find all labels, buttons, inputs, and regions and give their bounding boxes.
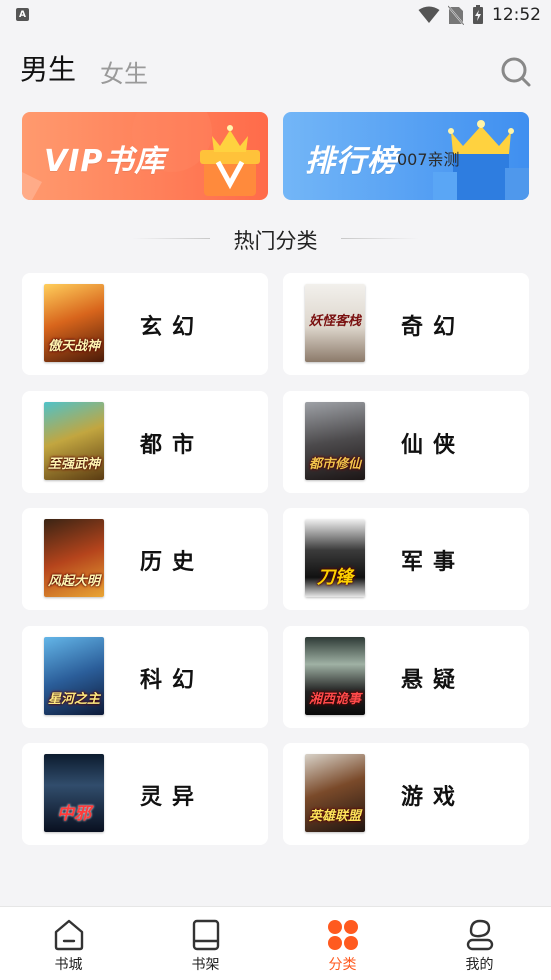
category-card-xuanyi[interactable]: 湘西诡事 悬疑 [283,626,529,728]
no-sim-icon [448,5,464,25]
nav-label: 书架 [191,957,220,973]
book-cover: 风起大明 [44,519,104,597]
status-bar: A 12:52 [0,0,551,32]
book-cover: 湘西诡事 [305,637,365,715]
cover-title: 风起大明 [47,574,100,589]
profile-icon [466,919,494,951]
cover-title: 星河之主 [47,692,100,707]
bottom-nav: 书城 书架 分类 我的 [0,906,551,980]
home-icon [54,919,84,951]
book-cover: 刀锋 [305,519,365,597]
ranking-banner[interactable]: 排行榜 007亲测 [283,112,529,200]
tab-male[interactable]: 男生 [20,48,76,88]
bookshelf-icon [192,919,220,951]
vip-banner-title: VIP书库 [44,144,166,179]
tab-female[interactable]: 女生 [100,54,148,89]
app-notification-icon: A [16,8,29,21]
wifi-icon [418,6,440,23]
book-cover: 傲天战神 [44,284,104,362]
category-card-dushi[interactable]: 至强武神 都市 [22,391,268,493]
cover-title: 都市修仙 [308,457,361,472]
category-name: 都市 [140,433,205,458]
book-cover: 中邪 [44,754,104,832]
category-name: 军事 [401,550,466,575]
category-name: 玄幻 [140,315,205,340]
cover-title: 中邪 [57,804,91,824]
header: 男生 女生 [0,44,551,96]
status-time: 12:52 [492,5,541,25]
nav-label: 我的 [465,957,494,973]
nav-label: 分类 [328,957,357,973]
section-title: 热门分类 [233,229,318,253]
category-card-kehuan[interactable]: 星河之主 科幻 [22,626,268,728]
category-name: 灵异 [140,785,205,810]
category-name: 科幻 [140,668,205,693]
category-card-junshi[interactable]: 刀锋 军事 [283,508,529,610]
category-grid-icon [328,920,358,950]
nav-label: 书城 [54,957,83,973]
cover-title: 妖怪客栈 [308,314,361,329]
book-cover: 都市修仙 [305,402,365,480]
category-name: 历史 [140,550,205,575]
book-cover: 星河之主 [44,637,104,715]
category-card-qihuan[interactable]: 妖怪客栈 奇幻 [283,273,529,375]
nav-item-bookshelf[interactable]: 书架 [137,907,274,980]
battery-charging-icon [473,5,483,24]
search-button[interactable] [498,54,534,90]
cover-title: 英雄联盟 [308,809,361,824]
nav-item-profile[interactable]: 我的 [411,907,548,980]
category-name: 游戏 [401,785,466,810]
ranking-banner-title: 排行榜 [305,144,398,179]
book-cover: 至强武神 [44,402,104,480]
category-card-lingyi[interactable]: 中邪 灵异 [22,743,268,845]
category-name: 奇幻 [401,315,466,340]
category-card-xianxia[interactable]: 都市修仙 仙侠 [283,391,529,493]
cover-title: 至强武神 [47,457,100,472]
banner-watermark-text: 007亲测 [397,150,460,169]
book-cover: 英雄联盟 [305,754,365,832]
category-name: 悬疑 [401,668,466,693]
cover-title: 刀锋 [317,567,353,588]
book-cover: 妖怪客栈 [305,284,365,362]
status-icons: 12:52 [418,5,541,25]
search-icon [501,57,531,87]
category-name: 仙侠 [401,433,466,458]
nav-item-category[interactable]: 分类 [274,907,411,980]
nav-item-bookstore[interactable]: 书城 [0,907,137,980]
hot-categories-heading: 热门分类 [0,224,551,254]
cover-title: 傲天战神 [47,339,100,354]
category-card-xuanhuan[interactable]: 傲天战神 玄幻 [22,273,268,375]
divider-right [341,238,419,239]
category-card-youxi[interactable]: 英雄联盟 游戏 [283,743,529,845]
category-card-lishi[interactable]: 风起大明 历史 [22,508,268,610]
cover-title: 湘西诡事 [308,692,361,707]
vip-library-banner[interactable]: VIP书库 [22,112,268,200]
